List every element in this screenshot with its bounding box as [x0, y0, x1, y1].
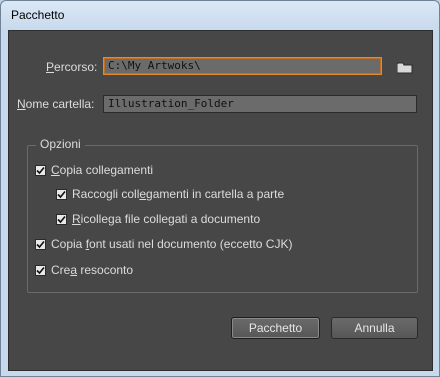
folder-icon[interactable]: [396, 61, 413, 74]
checkmark-icon: [56, 188, 67, 200]
dialog-body: Percorso: C:\My Artwoks\ Nome cartella: …: [8, 30, 433, 371]
ricollega-file-label: Ricollega file collegati a documento: [72, 212, 261, 226]
checkmark-icon: [56, 213, 67, 225]
window-title: Pacchetto: [11, 8, 65, 22]
copia-font-label: Copia font usati nel documento (eccetto …: [51, 237, 293, 251]
copia-collegamenti-checkbox[interactable]: Copia collegamenti: [35, 163, 153, 177]
nome-cartella-input[interactable]: Illustration_Folder: [103, 95, 417, 113]
crea-resoconto-label: Crea resoconto: [51, 263, 134, 277]
copia-font-checkbox[interactable]: Copia font usati nel documento (eccetto …: [35, 237, 292, 251]
percorso-input[interactable]: C:\My Artwoks\: [103, 57, 382, 75]
checkmark-icon: [35, 238, 46, 250]
copia-collegamenti-label: Copia collegamenti: [51, 163, 154, 177]
raccogli-collegamenti-checkbox[interactable]: Raccogli collegamenti in cartella a part…: [56, 187, 284, 201]
annulla-button[interactable]: Annulla: [331, 317, 418, 339]
raccogli-collegamenti-label: Raccogli collegamenti in cartella a part…: [72, 187, 285, 201]
title-bar[interactable]: Pacchetto: [1, 1, 439, 29]
checkmark-icon: [35, 164, 46, 176]
ricollega-file-checkbox[interactable]: Ricollega file collegati a documento: [56, 212, 260, 226]
pacchetto-button[interactable]: Pacchetto: [231, 317, 320, 339]
package-dialog-window: Pacchetto Percorso: C:\My Artwoks\ Nome …: [0, 0, 440, 377]
percorso-label: Percorso:: [46, 60, 98, 74]
crea-resoconto-checkbox[interactable]: Crea resoconto: [35, 263, 133, 277]
checkmark-icon: [35, 264, 46, 276]
nome-cartella-label: Nome cartella:: [17, 97, 95, 111]
opzioni-legend: Opzioni: [36, 137, 85, 151]
